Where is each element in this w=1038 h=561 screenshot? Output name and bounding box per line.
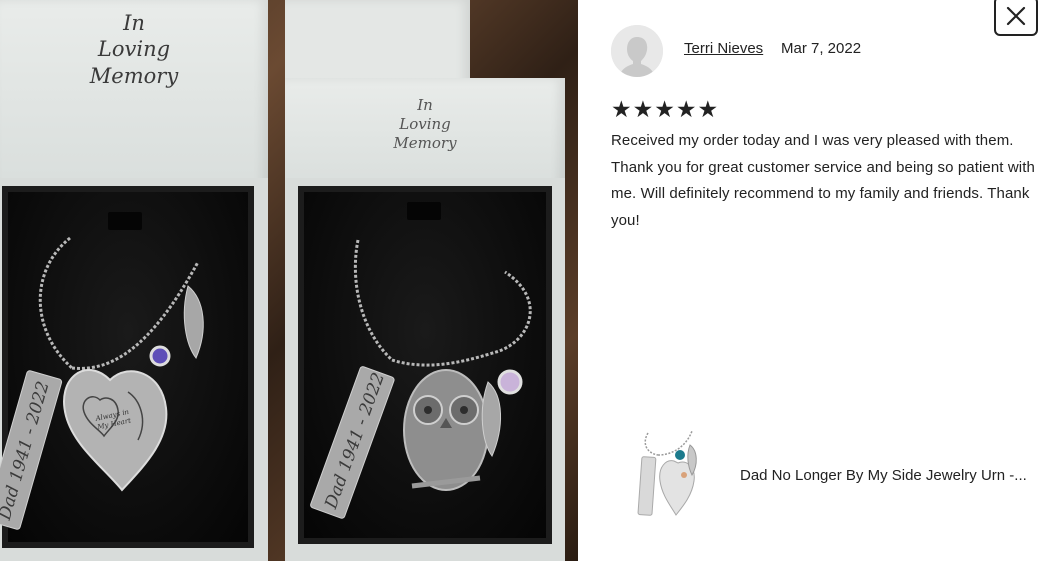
star-icon: ★ bbox=[697, 97, 719, 123]
star-rating: ★ ★ ★ ★ ★ bbox=[611, 98, 718, 122]
review-panel: Terri Nieves Mar 7, 2022 ★ ★ ★ ★ ★ Recei… bbox=[578, 0, 1038, 561]
review-photo[interactable]: In Loving Memory In Loving Memory Dad 19… bbox=[0, 0, 578, 561]
star-icon: ★ bbox=[654, 97, 675, 123]
close-icon bbox=[1006, 6, 1026, 26]
star-icon: ★ bbox=[611, 97, 632, 123]
user-silhouette-icon bbox=[611, 25, 663, 77]
heart-pendant: Always in My Heart bbox=[63, 369, 168, 492]
right-bar-pendant: Dad 1941 - 2022 bbox=[310, 366, 395, 519]
product-link[interactable]: Dad No Longer By My Side Jewelry Urn -..… bbox=[636, 425, 1038, 520]
star-icon: ★ bbox=[632, 97, 654, 123]
left-bar-pendant: Dad 1941 - 2022 bbox=[0, 370, 63, 530]
owl-pendant bbox=[403, 369, 489, 491]
review-text: Received my order today and I was very p… bbox=[611, 132, 1035, 229]
product-title[interactable]: Dad No Longer By My Side Jewelry Urn -..… bbox=[740, 467, 1027, 484]
jewelry-illustration: Dad 1941 - 2022 Always in My Heart Dad 1… bbox=[0, 236, 532, 530]
star-icon: ★ bbox=[675, 97, 697, 123]
reviewer-avatar[interactable] bbox=[611, 25, 663, 77]
reviewer-name-link[interactable]: Terri Nieves bbox=[684, 40, 763, 57]
close-button[interactable] bbox=[994, 0, 1038, 36]
review-date: Mar 7, 2022 bbox=[781, 40, 862, 57]
product-thumbnail[interactable] bbox=[636, 425, 706, 520]
